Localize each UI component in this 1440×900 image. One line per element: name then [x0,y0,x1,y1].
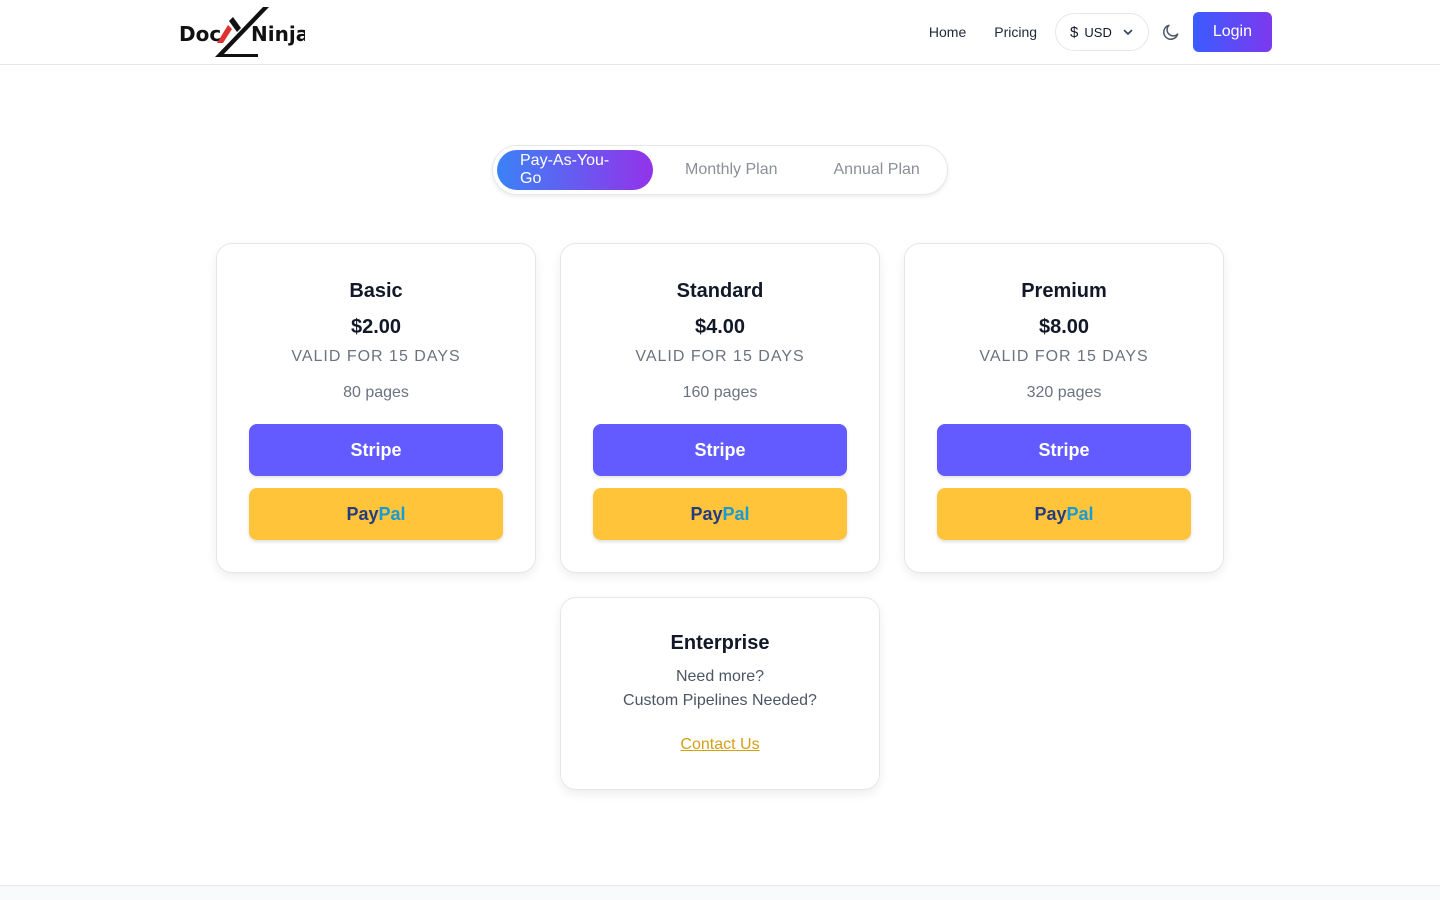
navbar: Doc Ninja Home Pricing $ USD Login [0,0,1440,65]
docxninja-logo[interactable]: Doc Ninja [179,5,305,59]
stripe-button[interactable]: Stripe [249,424,503,476]
stripe-button[interactable]: Stripe [593,424,847,476]
tab-pay-as-you-go[interactable]: Pay-As-You-Go [497,150,653,190]
paypal-logo-pal: Pal [1066,503,1094,524]
plan-title: Basic [349,280,403,302]
plan-pages: 80 pages [343,384,409,401]
chevron-down-icon [1122,26,1134,38]
enterprise-line-1: Need more? [675,668,765,685]
tab-annual-plan[interactable]: Annual Plan [834,150,920,190]
plan-validity: VALID FOR 15 DAYS [291,348,461,365]
paypal-logo-pal: Pal [378,503,406,524]
plan-title: Standard [676,280,764,302]
logo-underline [220,54,258,57]
plan-pages: 320 pages [1026,384,1102,401]
tab-monthly-plan[interactable]: Monthly Plan [685,150,778,190]
plan-price: $4.00 [694,316,746,338]
plan-validity: VALID FOR 15 DAYS [635,348,805,365]
stripe-button[interactable]: Stripe [937,424,1191,476]
enterprise-card: Enterprise Need more? Custom Pipelines N… [560,597,880,790]
currency-value: USD [1084,24,1112,40]
paypal-button[interactable]: PayPal [249,488,503,540]
plan-type-tabs: Pay-As-You-Go Monthly Plan Annual Plan [492,145,948,195]
moon-icon[interactable] [1149,12,1193,52]
currency-selector[interactable]: $ USD [1055,13,1149,51]
nav-pricing-link[interactable]: Pricing [980,24,1051,40]
paypal-logo-pal: Pal [722,503,750,524]
logo-text-right: Ninja [251,22,305,46]
plan-card-standard: Standard $4.00 VALID FOR 15 DAYS 160 pag… [560,243,880,573]
paypal-logo-pay: Pay [690,503,723,524]
paypal-logo-pay: Pay [1034,503,1067,524]
plan-card-premium: Premium $8.00 VALID FOR 15 DAYS 320 page… [904,243,1224,573]
enterprise-title: Enterprise [670,632,770,654]
login-button[interactable]: Login [1192,12,1272,52]
dollar-icon: $ [1070,23,1079,41]
plan-price: $8.00 [1038,316,1090,338]
paypal-button[interactable]: PayPal [593,488,847,540]
plan-pages: 160 pages [682,384,758,401]
plan-validity: VALID FOR 15 DAYS [979,348,1149,365]
paypal-button[interactable]: PayPal [937,488,1191,540]
logo-mark: Doc Ninja [179,7,305,57]
footer [0,885,1440,900]
logo-text-left: Doc [179,22,221,46]
nav-home-link[interactable]: Home [915,24,980,40]
enterprise-line-2: Custom Pipelines Needed? [623,692,817,709]
paypal-logo-pay: Pay [346,503,379,524]
nav-menu: Home Pricing $ USD Login [915,12,1272,52]
plan-price: $2.00 [350,316,402,338]
plan-card-basic: Basic $2.00 VALID FOR 15 DAYS 80 pages S… [216,243,536,573]
plan-title: Premium [1021,280,1107,302]
contact-us-link[interactable]: Contact Us [561,736,879,754]
